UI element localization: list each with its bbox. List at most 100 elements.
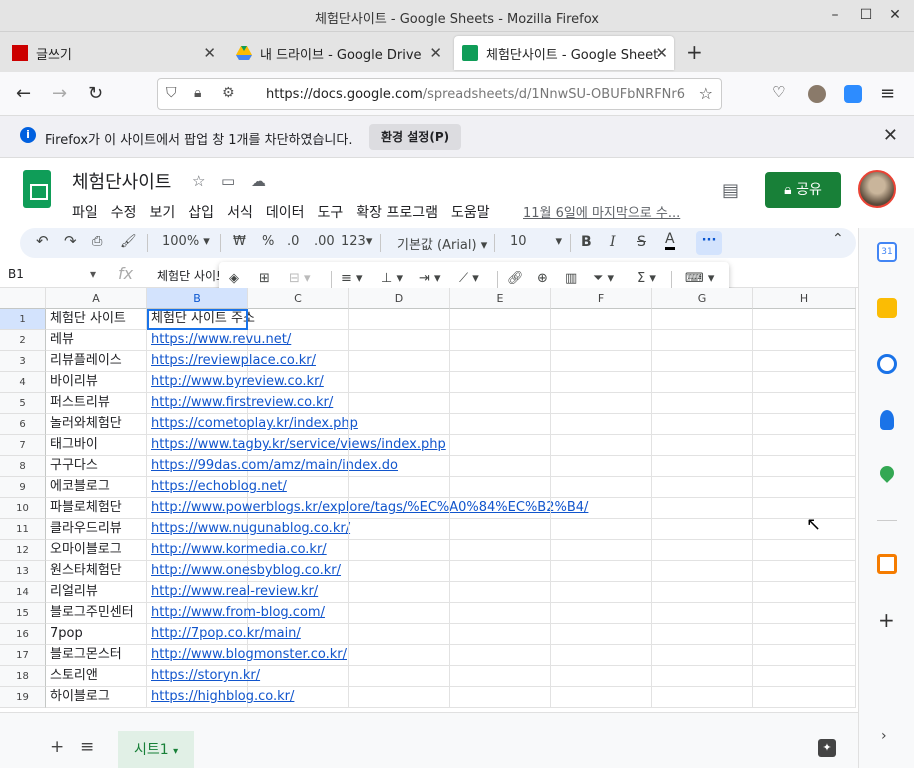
row-header[interactable]: 12 [0,540,46,561]
close-tab-icon[interactable]: ✕ [203,44,216,62]
row-header[interactable]: 9 [0,477,46,498]
empty-cell[interactable] [349,687,450,708]
empty-cell[interactable] [248,540,349,561]
row-header[interactable]: 19 [0,687,46,708]
menu-edit[interactable]: 수정 [111,202,137,222]
cell-a[interactable]: 체험단 사이트 [46,309,147,330]
empty-cell[interactable] [450,666,551,687]
empty-cell[interactable] [551,372,652,393]
undo-icon[interactable]: ↶ [36,232,49,250]
empty-cell[interactable] [248,330,349,351]
empty-cell[interactable] [753,603,856,624]
row-header[interactable]: 13 [0,561,46,582]
cell-b-link[interactable]: http://www.onesbyblog.co.kr/ [147,561,341,582]
empty-cell[interactable] [652,498,753,519]
empty-cell[interactable] [349,519,450,540]
empty-cell[interactable] [248,414,349,435]
empty-cell[interactable] [450,582,551,603]
empty-cell[interactable] [753,351,856,372]
empty-cell[interactable] [349,456,450,477]
empty-cell[interactable] [753,645,856,666]
menu-format[interactable]: 서식 [227,202,253,222]
cell-b-link[interactable]: http://7pop.co.kr/main/ [147,624,301,645]
empty-cell[interactable] [551,435,652,456]
row-header[interactable]: 16 [0,624,46,645]
url-text[interactable]: https://docs.google.com/spreadsheets/d/1… [266,87,686,102]
strikethrough-button[interactable]: S [637,234,646,250]
empty-cell[interactable] [753,372,856,393]
redo-icon[interactable]: ↷ [64,232,77,250]
empty-cell[interactable] [551,666,652,687]
url-bar[interactable]: ⛉ 🔒︎ ⚙ https://docs.google.com/spreadshe… [157,78,722,110]
maximize-icon[interactable]: ☐ [857,6,875,24]
cell-a[interactable]: 하이블로그 [46,687,147,708]
cell-b-link[interactable]: https://highblog.co.kr/ [147,687,294,708]
empty-cell[interactable] [551,540,652,561]
empty-cell[interactable] [652,645,753,666]
cell-a[interactable]: 블로그주민센터 [46,603,147,624]
empty-cell[interactable] [349,561,450,582]
cell-b-link[interactable]: https://storyn.kr/ [147,666,260,687]
empty-cell[interactable] [349,498,450,519]
row-header[interactable]: 5 [0,393,46,414]
increase-decimal-button[interactable]: .00 [314,234,335,249]
empty-cell[interactable] [248,351,349,372]
empty-cell[interactable] [349,393,450,414]
empty-cell[interactable] [753,435,856,456]
empty-cell[interactable] [551,645,652,666]
empty-cell[interactable] [652,540,753,561]
new-tab-icon[interactable]: + [686,40,703,64]
empty-cell[interactable] [753,687,856,708]
empty-cell[interactable] [551,309,652,330]
empty-cell[interactable] [652,393,753,414]
empty-cell[interactable] [450,519,551,540]
star-icon[interactable]: ☆ [192,172,205,190]
empty-cell[interactable] [248,603,349,624]
empty-cell[interactable] [349,330,450,351]
empty-cell[interactable] [652,351,753,372]
empty-cell[interactable] [652,561,753,582]
empty-cell[interactable] [248,561,349,582]
empty-cell[interactable] [349,624,450,645]
empty-cell[interactable] [248,477,349,498]
text-color-button[interactable]: A [665,231,675,250]
empty-cell[interactable] [551,477,652,498]
empty-cell[interactable] [349,477,450,498]
empty-cell[interactable] [248,666,349,687]
cell-b-link[interactable]: https://www.revu.net/ [147,330,291,351]
document-title[interactable]: 체험단사이트 [72,168,171,194]
row-header[interactable]: 11 [0,519,46,540]
empty-cell[interactable] [753,519,856,540]
empty-cell[interactable] [652,666,753,687]
empty-cell[interactable] [753,540,856,561]
merge-cells-icon[interactable]: ⊟ ▾ [289,271,311,286]
empty-cell[interactable] [248,393,349,414]
addon-icon[interactable] [877,554,897,574]
empty-cell[interactable] [551,498,652,519]
empty-cell[interactable] [450,309,551,330]
empty-cell[interactable] [551,393,652,414]
empty-cell[interactable] [551,351,652,372]
print-icon[interactable]: ⎙ [92,234,102,249]
cell-b-link[interactable]: https://reviewplace.co.kr/ [147,351,316,372]
column-header-g[interactable]: G [652,288,753,309]
empty-cell[interactable] [652,330,753,351]
cell-a[interactable]: 구구다스 [46,456,147,477]
reload-icon[interactable]: ↻ [88,83,103,104]
cell-b-link[interactable]: https://www.nugunablog.co.kr/ [147,519,350,540]
empty-cell[interactable] [248,519,349,540]
sheet-tab-1[interactable]: 시트1 ▾ [118,731,194,768]
empty-cell[interactable] [349,540,450,561]
cell-a[interactable]: 7pop [46,624,147,645]
empty-cell[interactable] [450,624,551,645]
empty-cell[interactable] [248,687,349,708]
cell-a[interactable]: 퍼스트리뷰 [46,393,147,414]
cell-b-link[interactable]: http://www.firstreview.co.kr/ [147,393,333,414]
column-header-e[interactable]: E [450,288,551,309]
functions-icon[interactable]: Σ ▾ [637,271,656,286]
zoom-extension-icon[interactable] [844,85,862,103]
empty-cell[interactable] [753,582,856,603]
row-header[interactable]: 4 [0,372,46,393]
empty-cell[interactable] [652,477,753,498]
shield-icon[interactable]: ⛉ [166,85,177,101]
